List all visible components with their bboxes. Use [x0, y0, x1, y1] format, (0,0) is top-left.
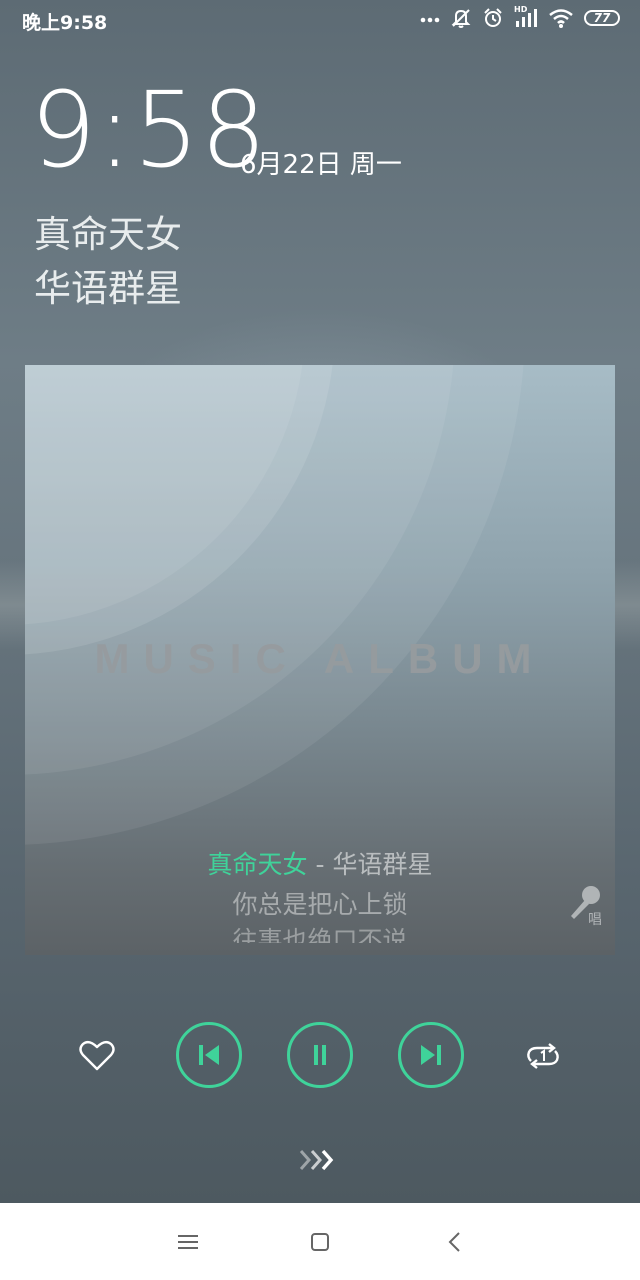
navigation-bar — [0, 1203, 640, 1280]
lyric-artist: 华语群星 — [332, 850, 433, 879]
repeat-mode-button[interactable] — [523, 1037, 563, 1075]
lyric-line-next: 往事也绝口不说 — [232, 926, 408, 943]
back-icon — [448, 1232, 460, 1252]
favorite-button[interactable] — [78, 1037, 116, 1075]
previous-button[interactable] — [176, 1022, 242, 1088]
lockscreen-clock: 9:58 — [30, 69, 268, 191]
next-button[interactable] — [398, 1022, 464, 1088]
back-button[interactable] — [440, 1227, 470, 1257]
more-dots-icon — [420, 17, 440, 23]
lockscreen: 晚上9:58 HD 77 9:58 6月22日 周一 真命天女 华语群星 MUS… — [0, 0, 640, 1203]
signal-icon: HD — [514, 5, 538, 29]
lyric-line-current: 你总是把心上锁 — [232, 890, 408, 919]
next-icon — [421, 1045, 441, 1065]
home-icon — [311, 1233, 329, 1251]
karaoke-label: 唱 — [588, 912, 602, 928]
pause-button[interactable] — [287, 1022, 353, 1088]
repeat-one-icon — [527, 1043, 559, 1069]
status-time: 晚上9:58 — [22, 12, 108, 34]
home-button[interactable] — [305, 1227, 335, 1257]
song-artist: 华语群星 — [34, 267, 182, 310]
battery-icon: 77 — [584, 10, 620, 26]
heart-icon — [79, 1040, 115, 1071]
status-icons: HD 77 — [420, 5, 620, 29]
song-title: 真命天女 — [34, 213, 182, 256]
lockscreen-date: 6月22日 周一 — [240, 150, 402, 180]
mute-bell-icon — [451, 9, 471, 28]
playback-controls — [0, 1022, 640, 1088]
previous-icon — [199, 1045, 219, 1065]
status-bar: 晚上9:58 HD 77 — [0, 0, 640, 40]
lyric-separator: - — [307, 850, 333, 879]
album-label: MUSIC ALBUM — [94, 635, 546, 682]
recents-button[interactable] — [173, 1227, 203, 1257]
swipe-unlock-chevrons-icon[interactable] — [298, 1148, 342, 1172]
battery-level: 77 — [593, 11, 611, 25]
alarm-icon — [484, 8, 502, 27]
album-art[interactable]: MUSIC ALBUM 真命天女 - 华语群星 你总是把心上锁 往事也绝口不说 … — [25, 365, 615, 955]
wifi-icon — [549, 9, 573, 28]
lyric-header: 真命天女 - 华语群星 — [25, 845, 615, 881]
lyric-song-title: 真命天女 — [207, 850, 308, 879]
menu-icon — [178, 1235, 198, 1249]
pause-icon — [314, 1045, 326, 1065]
